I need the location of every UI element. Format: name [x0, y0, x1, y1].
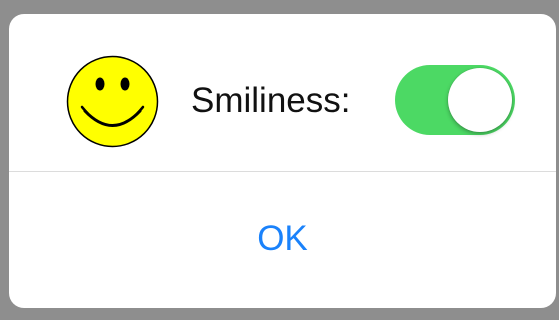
- toggle-knob[interactable]: [448, 68, 512, 132]
- ok-button[interactable]: OK: [9, 172, 556, 308]
- alert-content: Smiliness:: [9, 14, 556, 171]
- smiley-face-icon: [66, 55, 159, 148]
- ok-button-label: OK: [257, 218, 308, 258]
- alert-dialog: Smiliness: OK: [9, 14, 556, 308]
- smiliness-label: Smiliness:: [191, 81, 351, 120]
- smiliness-toggle[interactable]: [395, 65, 515, 135]
